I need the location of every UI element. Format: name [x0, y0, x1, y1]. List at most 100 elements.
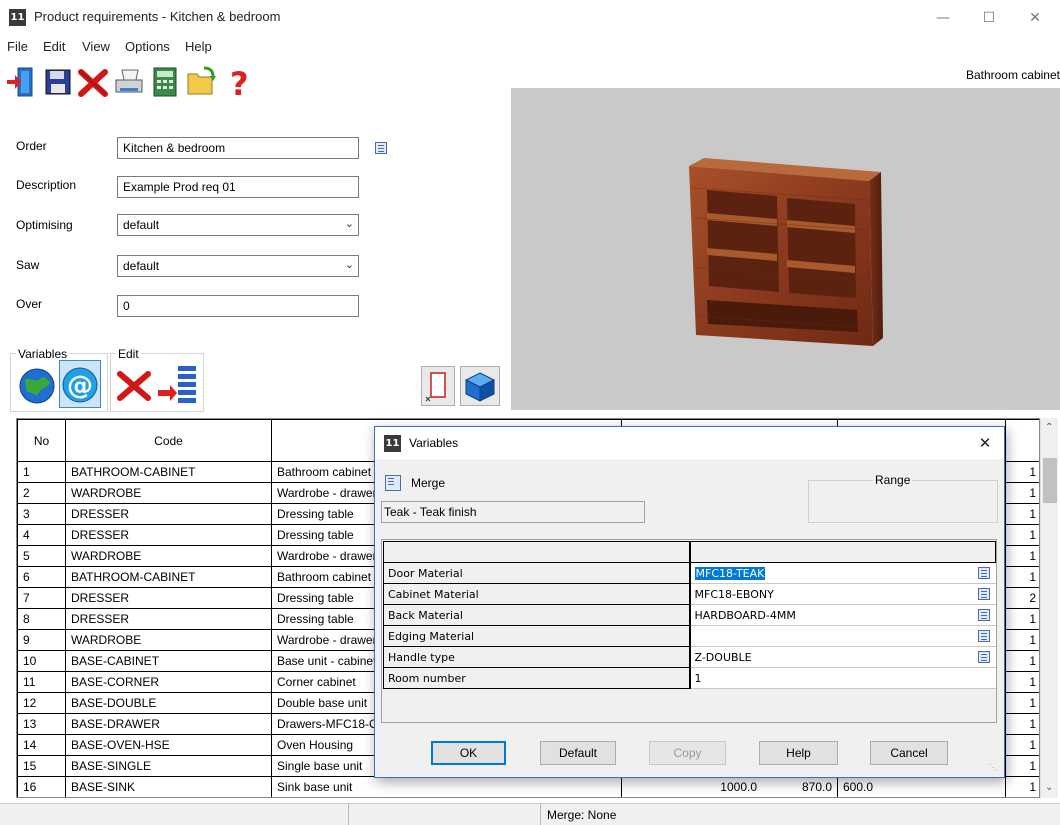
- local-variables-button[interactable]: @: [59, 360, 101, 408]
- grid-cell-no[interactable]: 10: [17, 650, 66, 672]
- grid-cell-code[interactable]: WARDROBE: [65, 545, 272, 567]
- global-variables-button[interactable]: [17, 362, 57, 406]
- variable-row[interactable]: Door Material MFC18-TEAK: [383, 562, 996, 584]
- grid-cell-no[interactable]: 9: [17, 629, 66, 651]
- column-header-qty[interactable]: [1005, 419, 1039, 462]
- column-header-no[interactable]: No: [17, 419, 66, 462]
- maximize-button[interactable]: ☐: [966, 0, 1012, 36]
- copy-button[interactable]: Copy: [649, 741, 726, 765]
- delete-row-button[interactable]: [114, 362, 154, 406]
- grid-cell-description[interactable]: Sink base unit: [271, 776, 622, 797]
- order-field[interactable]: Kitchen & bedroom: [117, 137, 359, 159]
- merge-value-field[interactable]: Teak - Teak finish: [381, 501, 645, 523]
- grid-cell-qty[interactable]: 2: [1005, 587, 1039, 609]
- grid-cell-qty[interactable]: 1: [1005, 545, 1039, 567]
- help-button[interactable]: ?: [220, 62, 254, 103]
- grid-cell-length[interactable]: 1000.0 870.0: [621, 776, 838, 797]
- grid-scrollbar[interactable]: ⌃ ⌄: [1040, 418, 1058, 798]
- grid-cell-qty[interactable]: 1: [1005, 755, 1039, 777]
- save-button[interactable]: [40, 62, 74, 102]
- exit-button[interactable]: [4, 62, 38, 102]
- grid-cell-no[interactable]: 14: [17, 734, 66, 756]
- grid-cell-height[interactable]: 600.0: [837, 776, 1006, 797]
- grid-cell-code[interactable]: BASE-OVEN-HSE: [65, 734, 272, 756]
- variable-row[interactable]: Edging Material: [383, 625, 996, 647]
- grid-cell-no[interactable]: 13: [17, 713, 66, 735]
- default-button[interactable]: Default: [540, 741, 616, 765]
- value-lookup-icon[interactable]: [977, 588, 990, 600]
- grid-cell-no[interactable]: 12: [17, 692, 66, 714]
- over-field[interactable]: 0: [117, 295, 359, 317]
- grid-cell-qty[interactable]: 1: [1005, 776, 1039, 797]
- grid-cell-code[interactable]: BASE-CORNER: [65, 671, 272, 693]
- 3d-preview-viewport[interactable]: [511, 88, 1060, 410]
- grid-cell-code[interactable]: BASE-DRAWER: [65, 713, 272, 735]
- grid-cell-code[interactable]: BASE-DOUBLE: [65, 692, 272, 714]
- select-area-button[interactable]: [421, 366, 455, 406]
- menu-options[interactable]: Options: [125, 39, 170, 54]
- variable-row[interactable]: Handle type Z-DOUBLE: [383, 646, 996, 668]
- grid-cell-no[interactable]: 11: [17, 671, 66, 693]
- grid-cell-qty[interactable]: 1: [1005, 503, 1039, 525]
- grid-cell-no[interactable]: 8: [17, 608, 66, 630]
- menu-view[interactable]: View: [82, 39, 110, 54]
- order-lookup-icon[interactable]: [375, 142, 387, 154]
- grid-cell-no[interactable]: 15: [17, 755, 66, 777]
- 3d-view-button[interactable]: [460, 366, 500, 406]
- grid-cell-code[interactable]: WARDROBE: [65, 629, 272, 651]
- grid-cell-no[interactable]: 3: [17, 503, 66, 525]
- grid-cell-code[interactable]: BATHROOM-CABINET: [65, 461, 272, 483]
- grid-cell-no[interactable]: 1: [17, 461, 66, 483]
- insert-row-button[interactable]: [156, 362, 200, 406]
- grid-cell-qty[interactable]: 1: [1005, 671, 1039, 693]
- scroll-up-icon[interactable]: ⌃: [1045, 422, 1053, 433]
- close-window-button[interactable]: ✕: [1012, 0, 1058, 36]
- saw-select[interactable]: default ⌄: [117, 255, 359, 277]
- variable-value-cell[interactable]: Z-DOUBLE: [689, 646, 996, 668]
- grid-cell-code[interactable]: BATHROOM-CABINET: [65, 566, 272, 588]
- table-row[interactable]: 16 BASE-SINK Sink base unit 1000.0 870.0 600.…: [17, 776, 1039, 797]
- grid-cell-no[interactable]: 2: [17, 482, 66, 504]
- delete-button[interactable]: [76, 62, 110, 102]
- grid-cell-qty[interactable]: 1: [1005, 461, 1039, 483]
- variable-value-cell[interactable]: MFC18-TEAK: [689, 562, 996, 584]
- resize-grip-icon[interactable]: ⋱: [989, 763, 997, 772]
- grid-cell-qty[interactable]: 1: [1005, 713, 1039, 735]
- variable-row[interactable]: Back Material HARDBOARD-4MM: [383, 604, 996, 626]
- scroll-thumb[interactable]: [1043, 458, 1057, 503]
- variable-value-cell[interactable]: HARDBOARD-4MM: [689, 604, 996, 626]
- column-header-code[interactable]: Code: [65, 419, 272, 462]
- ok-button[interactable]: OK: [431, 741, 506, 765]
- grid-cell-code[interactable]: WARDROBE: [65, 482, 272, 504]
- grid-cell-code[interactable]: BASE-CABINET: [65, 650, 272, 672]
- value-lookup-icon[interactable]: [977, 567, 990, 579]
- grid-cell-no[interactable]: 6: [17, 566, 66, 588]
- grid-cell-qty[interactable]: 1: [1005, 629, 1039, 651]
- variable-value-cell[interactable]: [689, 625, 996, 647]
- grid-cell-qty[interactable]: 1: [1005, 524, 1039, 546]
- open-button[interactable]: [184, 62, 218, 102]
- grid-cell-qty[interactable]: 1: [1005, 566, 1039, 588]
- calculate-button[interactable]: [148, 62, 182, 102]
- grid-cell-no[interactable]: 7: [17, 587, 66, 609]
- grid-cell-code[interactable]: DRESSER: [65, 608, 272, 630]
- grid-cell-code[interactable]: DRESSER: [65, 524, 272, 546]
- menu-edit[interactable]: Edit: [43, 39, 65, 54]
- grid-cell-qty[interactable]: 1: [1005, 482, 1039, 504]
- variable-row[interactable]: Room number 1: [383, 667, 996, 689]
- scroll-down-icon[interactable]: ⌄: [1045, 782, 1053, 793]
- help-button[interactable]: Help: [759, 741, 838, 765]
- value-lookup-icon[interactable]: [977, 609, 990, 621]
- description-field[interactable]: Example Prod req 01: [117, 176, 359, 198]
- minimize-button[interactable]: —: [920, 0, 966, 36]
- grid-cell-no[interactable]: 16: [17, 776, 66, 797]
- grid-cell-code[interactable]: DRESSER: [65, 587, 272, 609]
- value-lookup-icon[interactable]: [977, 630, 990, 642]
- grid-cell-no[interactable]: 4: [17, 524, 66, 546]
- grid-cell-qty[interactable]: 1: [1005, 608, 1039, 630]
- grid-cell-qty[interactable]: 1: [1005, 692, 1039, 714]
- variable-value-cell[interactable]: 1: [689, 667, 996, 689]
- variable-value-cell[interactable]: MFC18-EBONY: [689, 583, 996, 605]
- grid-cell-qty[interactable]: 1: [1005, 650, 1039, 672]
- merge-lookup-icon[interactable]: [385, 475, 401, 491]
